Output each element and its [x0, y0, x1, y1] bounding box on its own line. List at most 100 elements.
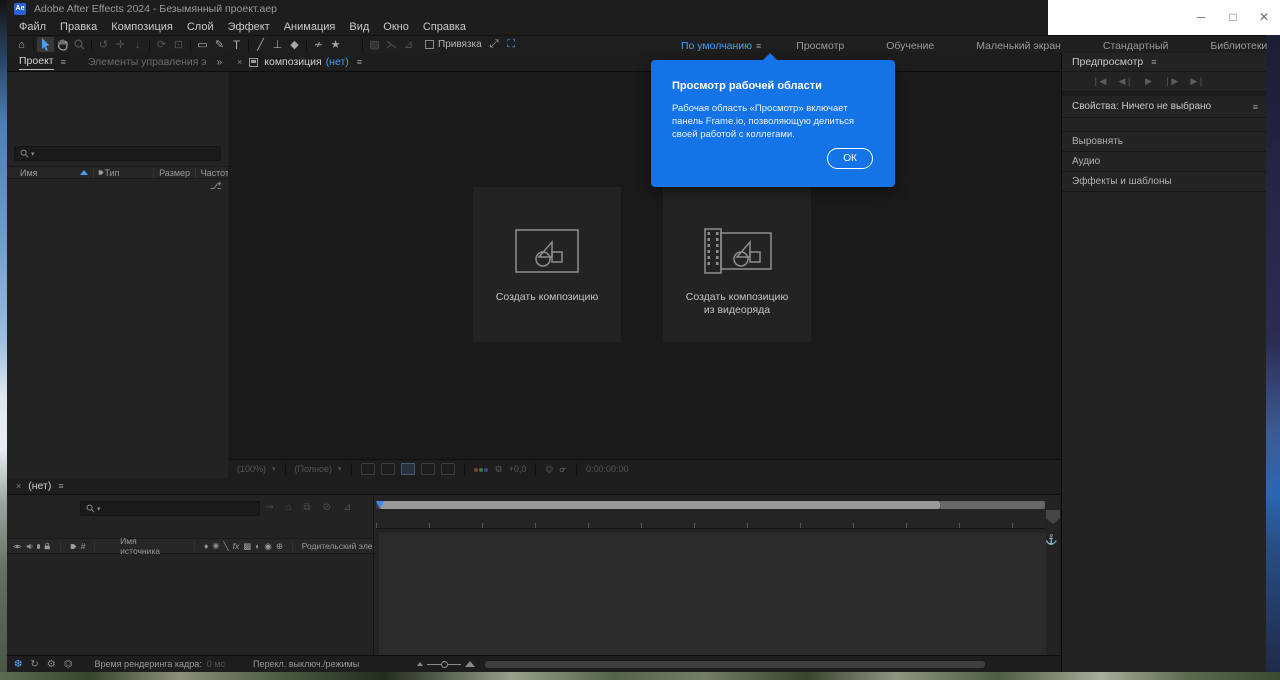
- column-size[interactable]: Размер: [159, 168, 190, 178]
- menu-edit[interactable]: Правка: [60, 21, 97, 33]
- menu-window[interactable]: Окно: [383, 21, 409, 33]
- column-type[interactable]: Тип: [104, 168, 119, 178]
- 3d-switch-icon[interactable]: ⊕: [276, 541, 283, 552]
- playhead-marker[interactable]: [376, 501, 384, 509]
- mask-vertex-icon[interactable]: ⋋: [383, 37, 400, 52]
- motion-blur-switch-icon[interactable]: ◐: [255, 541, 260, 551]
- sort-ascending-icon[interactable]: [80, 170, 88, 175]
- workspace-tab-libraries[interactable]: Библиотеки: [1189, 40, 1280, 52]
- play-icon[interactable]: ▶: [1145, 76, 1152, 87]
- brush-tool-icon[interactable]: ╱: [252, 37, 269, 52]
- properties-panel-menu-icon[interactable]: ≡: [1253, 105, 1258, 109]
- snapshot-camera-icon[interactable]: ⏣: [545, 464, 553, 475]
- time-ruler[interactable]: [376, 513, 1045, 529]
- pan-camera-tool-icon[interactable]: ✛: [112, 37, 129, 52]
- mask-visibility-icon[interactable]: [381, 463, 395, 475]
- workspace-tab-learn[interactable]: Обучение: [865, 40, 955, 52]
- lock-icon[interactable]: [44, 541, 50, 551]
- dolly-camera-tool-icon[interactable]: ↓: [129, 37, 146, 52]
- menu-help[interactable]: Справка: [423, 21, 466, 33]
- workspace-tab-standard[interactable]: Стандартный: [1082, 40, 1190, 52]
- align-panel-tab[interactable]: Выровнять: [1062, 132, 1266, 152]
- puppet-pin-tool-icon[interactable]: ★: [327, 37, 344, 52]
- first-frame-icon[interactable]: ❘◀: [1092, 76, 1106, 87]
- menu-view[interactable]: Вид: [349, 21, 369, 33]
- next-frame-icon[interactable]: ❘▶: [1164, 76, 1178, 87]
- motion-blur-icon[interactable]: ⊘: [323, 502, 331, 513]
- close-tab-icon[interactable]: ×: [237, 57, 242, 67]
- work-area-bar[interactable]: [376, 501, 1045, 509]
- channel-icon[interactable]: [474, 464, 489, 474]
- menu-animation[interactable]: Анимация: [284, 21, 336, 33]
- menu-composition[interactable]: Композиция: [111, 21, 173, 33]
- new-composition-from-footage-button[interactable]: Создать композициюиз видеоряда: [663, 187, 811, 342]
- new-composition-button[interactable]: Создать композицию: [473, 187, 621, 342]
- tab-effect-controls[interactable]: Элементы управления эффектами: [88, 56, 206, 68]
- composition-tab-label[interactable]: композиция: [264, 56, 321, 68]
- pixel-aspect-icon[interactable]: [441, 463, 455, 475]
- type-tool-icon[interactable]: T: [228, 37, 245, 52]
- resolution-dropdown-icon[interactable]: ▾: [338, 465, 342, 473]
- render-indicator-icon[interactable]: ❆: [14, 659, 22, 670]
- audio-panel-tab[interactable]: Аудио: [1062, 152, 1266, 172]
- project-flowchart-icon[interactable]: ⎇: [210, 181, 222, 192]
- parent-link-column[interactable]: Родительский элемент ...: [302, 541, 373, 551]
- timeline-zoom-slider[interactable]: [417, 661, 475, 667]
- solo-icon[interactable]: [37, 544, 41, 549]
- current-time-value[interactable]: 0:00:00:00: [586, 464, 629, 474]
- transparency-grid-icon[interactable]: [401, 463, 415, 475]
- pen-tool-icon[interactable]: ✎: [211, 37, 228, 52]
- zoom-in-icon[interactable]: [465, 661, 475, 667]
- preview-panel-title[interactable]: Предпросмотр: [1072, 56, 1143, 68]
- layer-label-icon[interactable]: [70, 542, 77, 551]
- rotation-tool-icon[interactable]: ⟳: [153, 37, 170, 52]
- video-eye-icon[interactable]: [13, 542, 22, 551]
- maximize-icon[interactable]: □: [1219, 4, 1247, 30]
- region-of-interest-icon[interactable]: [421, 463, 435, 475]
- project-panel-menu-icon[interactable]: ≡: [61, 60, 66, 64]
- orbit-camera-tool-icon[interactable]: ↺: [95, 37, 112, 52]
- shy-icon[interactable]: ♦: [204, 541, 208, 551]
- minimize-icon[interactable]: ─: [1187, 4, 1215, 30]
- timeline-close-tab-icon[interactable]: ×: [16, 481, 21, 491]
- rectangle-tool-icon[interactable]: ▭: [194, 37, 211, 52]
- comp-marker-bin-icon[interactable]: [1046, 510, 1060, 524]
- timeline-panel-menu-icon[interactable]: ≡: [58, 484, 63, 488]
- magnification-dropdown-icon[interactable]: ▾: [272, 465, 276, 473]
- exposure-value[interactable]: +0,0: [509, 464, 527, 474]
- toggle-switches-button[interactable]: Перекл. выключ./режимы: [253, 659, 359, 669]
- menu-effect[interactable]: Эффект: [228, 21, 270, 33]
- exposure-gear-icon[interactable]: ⚙: [495, 464, 503, 475]
- timeline-horizontal-scrollbar[interactable]: [485, 661, 985, 668]
- menu-layer[interactable]: Слой: [187, 21, 214, 33]
- roto-brush-tool-icon[interactable]: ≁: [310, 37, 327, 52]
- magnification-value[interactable]: (100%): [237, 464, 266, 474]
- draft-quality-icon[interactable]: ⚙: [47, 659, 56, 670]
- zoom-out-icon[interactable]: [417, 662, 423, 666]
- snapping-control[interactable]: Привязка: [425, 39, 482, 50]
- live-update-icon[interactable]: ↻: [30, 659, 38, 670]
- workspace-tab-small-screen[interactable]: Маленький экран: [955, 40, 1082, 52]
- timeline-tab-none[interactable]: (нет): [28, 480, 51, 492]
- eraser-tool-icon[interactable]: ◆: [286, 37, 303, 52]
- align-cursor-icon[interactable]: ⤢: [486, 37, 503, 52]
- quality-icon[interactable]: ╲: [223, 541, 228, 552]
- properties-panel-title[interactable]: Свойства: Ничего не выбрано: [1072, 101, 1211, 112]
- panel-overflow-icon[interactable]: »: [216, 57, 222, 68]
- popup-ok-button[interactable]: ОК: [827, 148, 873, 169]
- stamp-tool-icon[interactable]: ⊥: [269, 37, 286, 52]
- frame-blending-icon[interactable]: ⧉: [303, 502, 310, 513]
- layer-number-column[interactable]: #: [81, 541, 86, 551]
- workspace-tab-review[interactable]: Просмотр: [775, 40, 865, 52]
- menu-file[interactable]: Файл: [19, 21, 46, 33]
- workspace-frame-icon[interactable]: ⛶: [503, 37, 520, 52]
- effects-switch-icon[interactable]: ◉: [264, 541, 271, 552]
- audio-speaker-icon[interactable]: [26, 542, 33, 551]
- project-search-input[interactable]: ▾: [14, 146, 221, 161]
- last-frame-icon[interactable]: ▶❘: [1190, 76, 1204, 87]
- preview-panel-menu-icon[interactable]: ≡: [1151, 60, 1156, 64]
- timeline-search-input[interactable]: ▾: [80, 501, 260, 516]
- fx-switch-icon[interactable]: fx: [233, 541, 240, 551]
- frame-blend-switch-icon[interactable]: ▩: [243, 541, 251, 552]
- show-snapshot-icon[interactable]: ᓂ: [559, 464, 567, 475]
